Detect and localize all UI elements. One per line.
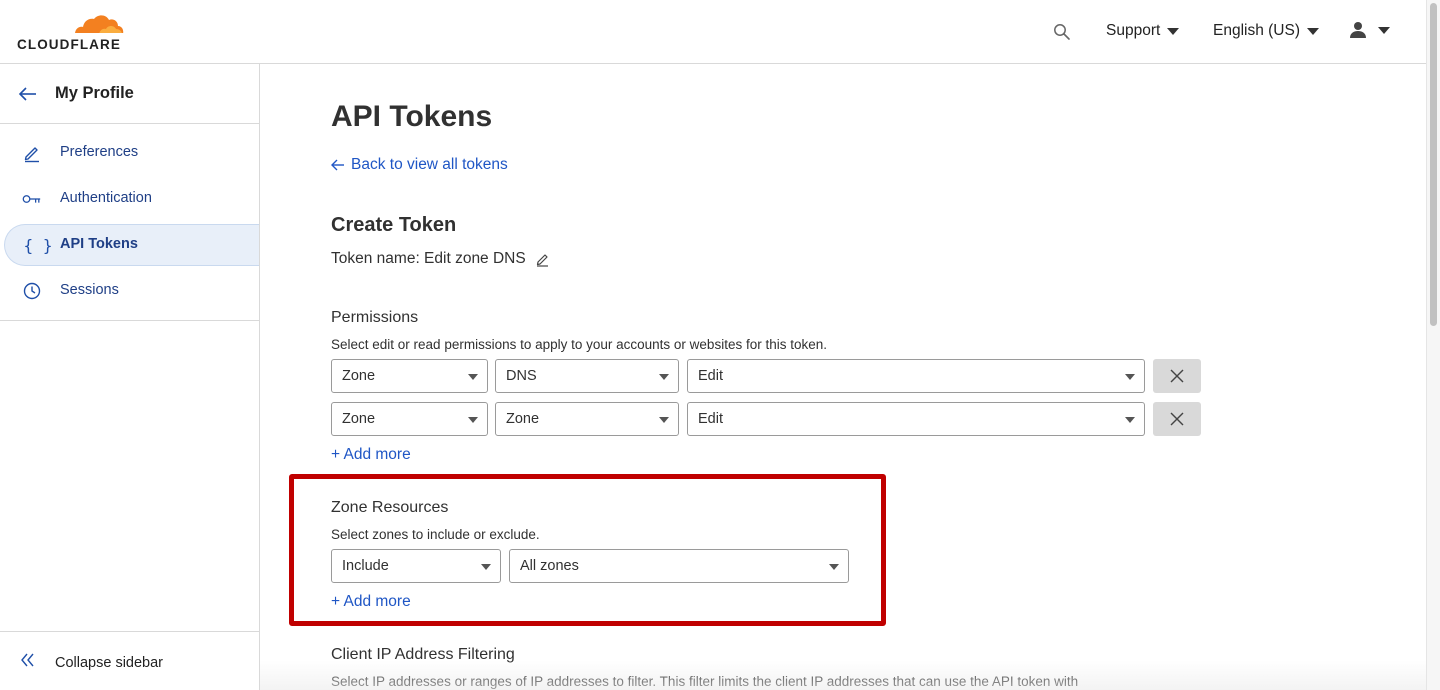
cloudflare-logo[interactable]: CLOUDFLARE [17, 12, 125, 52]
caret-down-icon [829, 564, 839, 570]
back-link-label: Back to view all tokens [351, 156, 508, 173]
key-icon [22, 189, 42, 209]
remove-permission-button[interactable] [1153, 402, 1201, 436]
select-value: All zones [520, 558, 579, 574]
cloud-icon [73, 15, 125, 35]
support-label: Support [1106, 22, 1161, 39]
clock-icon [22, 281, 42, 301]
user-icon [1350, 22, 1366, 38]
double-chevron-left-icon [21, 653, 34, 667]
select-value: DNS [506, 368, 537, 384]
close-icon [1170, 369, 1184, 383]
add-more-permissions-link[interactable]: + Add more [331, 446, 411, 464]
zone-target-select[interactable]: All zones [509, 549, 849, 583]
chevron-down-icon [1307, 27, 1319, 35]
caret-down-icon [1125, 417, 1135, 423]
language-label: English (US) [1213, 22, 1300, 39]
sidebar-item-label: Authentication [60, 190, 152, 206]
sidebar-item-api-tokens[interactable]: { } API Tokens [4, 224, 259, 266]
page-title: API Tokens [331, 100, 493, 133]
token-name: Token name: Edit zone DNS [331, 250, 550, 268]
add-more-zones-link[interactable]: + Add more [331, 593, 411, 611]
close-icon [1170, 412, 1184, 426]
permissions-label: Permissions [331, 309, 419, 326]
zone-resources-label: Zone Resources [331, 499, 449, 516]
braces-icon: { } [23, 235, 53, 255]
client-ip-label: Client IP Address Filtering [331, 646, 515, 663]
zone-include-select[interactable]: Include [331, 549, 501, 583]
caret-down-icon [468, 374, 478, 380]
collapse-sidebar-button[interactable]: Collapse sidebar [0, 631, 259, 690]
select-value: Edit [698, 368, 723, 384]
edit-pencil-icon[interactable] [535, 252, 550, 267]
caret-down-icon [468, 417, 478, 423]
sidebar: My Profile Preferences Authentication {… [0, 64, 260, 690]
sidebar-item-label: API Tokens [60, 236, 138, 252]
sidebar-item-label: Preferences [60, 144, 139, 160]
select-value: Include [342, 558, 389, 574]
select-value: Zone [506, 411, 540, 427]
permission-resource-select[interactable]: Zone [495, 402, 679, 436]
collapse-sidebar-label: Collapse sidebar [55, 655, 164, 671]
sidebar-header: My Profile [0, 64, 259, 124]
section-title: Create Token [331, 214, 457, 236]
permission-scope-select[interactable]: Zone [331, 402, 488, 436]
back-arrow-icon[interactable] [18, 84, 38, 104]
permissions-description: Select edit or read permissions to apply… [331, 337, 827, 352]
chevron-down-icon [1167, 27, 1180, 35]
language-menu[interactable]: English (US) [1213, 22, 1319, 40]
permission-scope-select[interactable]: Zone [331, 359, 488, 393]
token-name-text: Token name: Edit zone DNS [331, 250, 526, 267]
arrow-left-icon [331, 159, 345, 171]
sidebar-title: My Profile [55, 84, 134, 102]
permission-resource-select[interactable]: DNS [495, 359, 679, 393]
sidebar-item-preferences[interactable]: Preferences [0, 132, 259, 174]
search-icon[interactable] [1053, 23, 1071, 41]
sidebar-item-label: Sessions [60, 282, 119, 298]
select-value: Zone [342, 411, 376, 427]
top-header: CLOUDFLARE Support English (US) [0, 0, 1426, 64]
pencil-icon [22, 143, 42, 163]
zone-resources-description: Select zones to include or exclude. [331, 527, 540, 542]
back-to-tokens-link[interactable]: Back to view all tokens [331, 156, 508, 174]
select-value: Zone [342, 368, 376, 384]
user-menu[interactable] [1349, 21, 1390, 39]
caret-down-icon [1125, 374, 1135, 380]
client-ip-description: Select IP addresses or ranges of IP addr… [331, 674, 1079, 689]
scrollbar-thumb[interactable] [1430, 3, 1437, 326]
brand-wordmark: CLOUDFLARE [17, 37, 121, 52]
chevron-down-icon [1378, 26, 1390, 34]
sidebar-nav: Preferences Authentication { } API Token… [0, 132, 259, 316]
sidebar-divider [0, 320, 259, 321]
permission-access-select[interactable]: Edit [687, 402, 1145, 436]
permission-access-select[interactable]: Edit [687, 359, 1145, 393]
sidebar-item-authentication[interactable]: Authentication [0, 178, 259, 220]
select-value: Edit [698, 411, 723, 427]
support-menu[interactable]: Support [1106, 22, 1180, 40]
caret-down-icon [659, 374, 669, 380]
caret-down-icon [659, 417, 669, 423]
caret-down-icon [481, 564, 491, 570]
remove-permission-button[interactable] [1153, 359, 1201, 393]
sidebar-item-sessions[interactable]: Sessions [0, 270, 259, 312]
